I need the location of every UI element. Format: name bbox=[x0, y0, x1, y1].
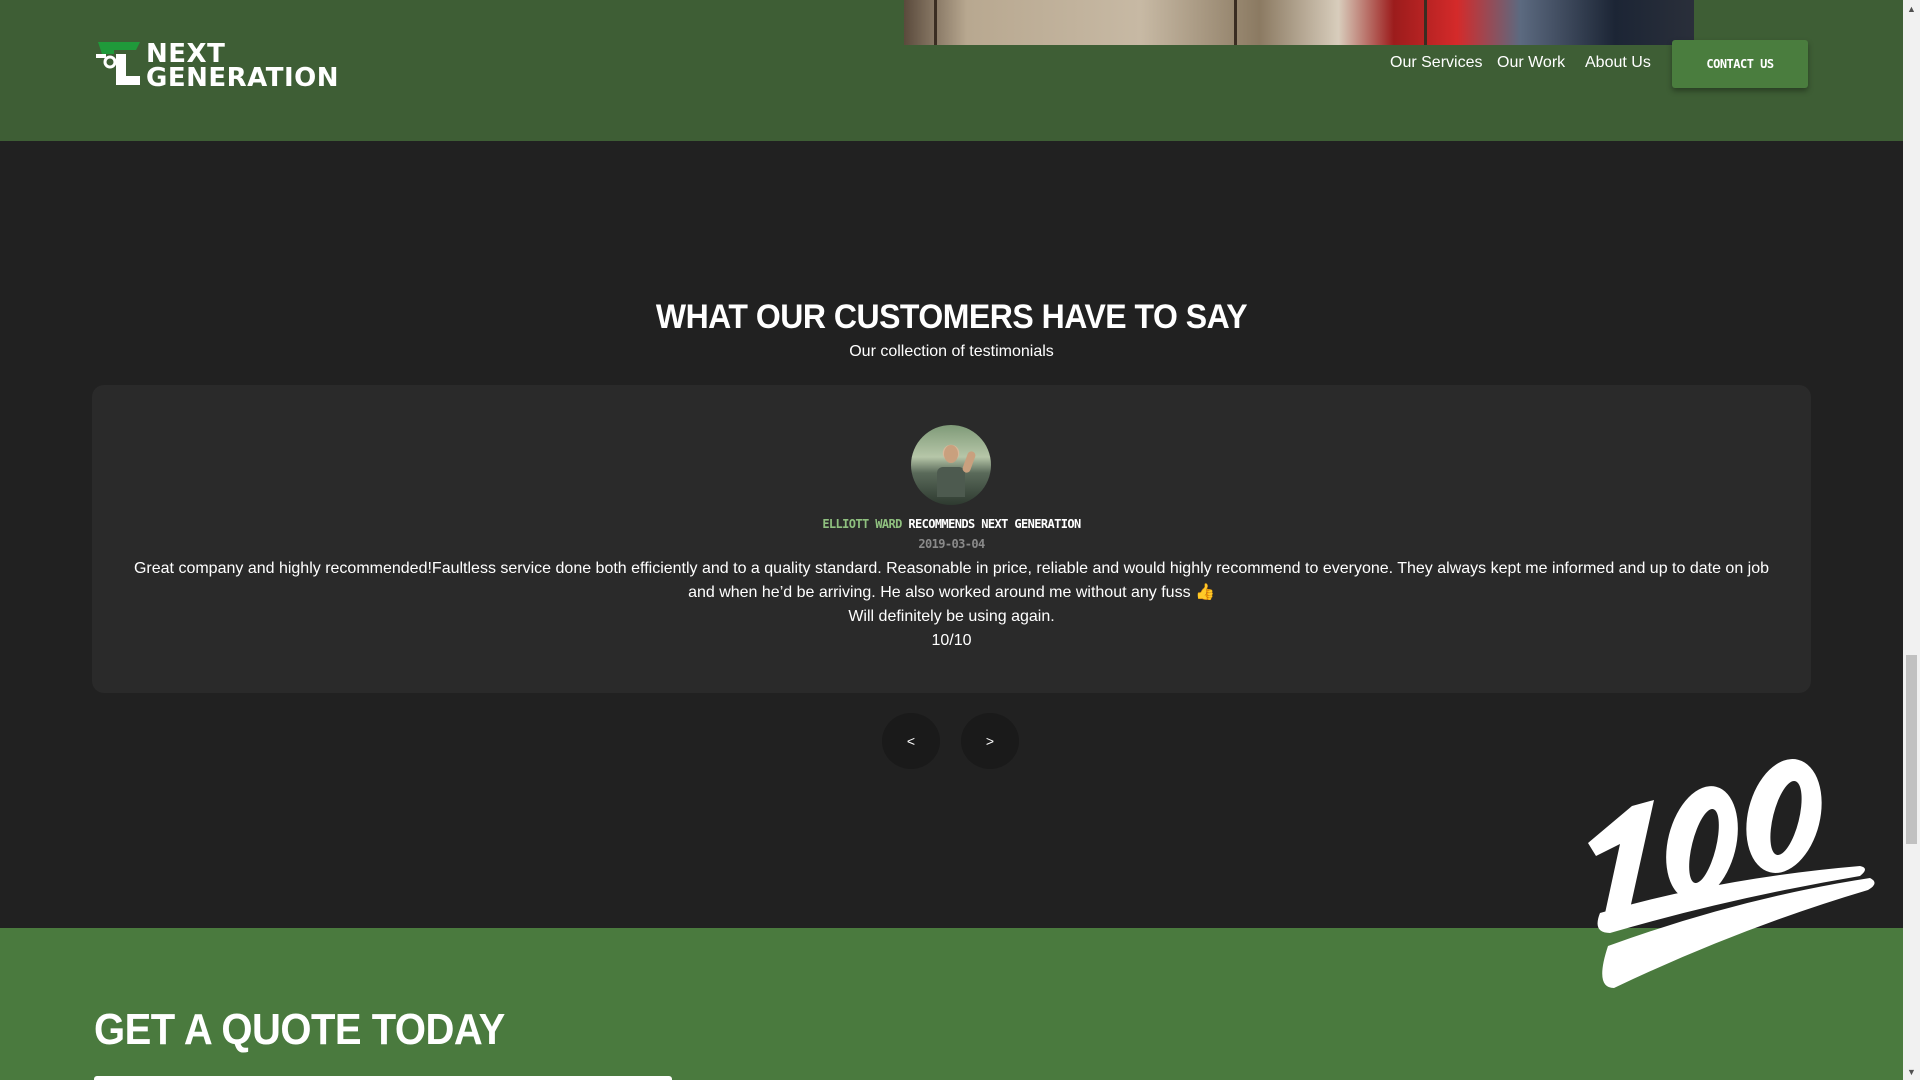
hundred-points-icon bbox=[1588, 759, 1875, 988]
next-testimonial-button[interactable]: > bbox=[961, 713, 1019, 769]
page-scrollbar[interactable]: ▲ ▼ bbox=[1903, 0, 1920, 1080]
nav-link-about-us[interactable]: About Us bbox=[1585, 54, 1651, 72]
nav-link-our-work[interactable]: Our Work bbox=[1497, 54, 1565, 72]
review-paragraph-2: Will definitely be using again. bbox=[848, 608, 1055, 625]
brand-line-2: GENERATION bbox=[146, 63, 340, 93]
hero-image bbox=[904, 0, 1694, 45]
reviewer-name: Elliott Ward bbox=[822, 517, 902, 531]
quote-title: Get a quote today bbox=[94, 1006, 505, 1054]
brand-logo[interactable]: NEXT GENERATION bbox=[94, 40, 354, 93]
scroll-up-icon[interactable]: ▲ bbox=[1903, 0, 1920, 17]
scroll-thumb[interactable] bbox=[1906, 655, 1917, 844]
testimonials-subtitle: Our collection of testimonials bbox=[849, 343, 1054, 360]
recommends-text: recommends Next Generation bbox=[901, 517, 1081, 531]
logo-mark-icon bbox=[96, 42, 140, 85]
testimonials-title: What our customers have to say bbox=[655, 296, 1248, 336]
quote-form-field[interactable] bbox=[94, 1076, 672, 1080]
scroll-down-icon[interactable]: ▼ bbox=[1903, 1063, 1920, 1080]
prev-testimonial-button[interactable]: < bbox=[882, 713, 940, 769]
review-date: 2019-03-04 bbox=[918, 537, 985, 551]
contact-us-button[interactable]: Contact Us bbox=[1672, 40, 1808, 88]
nav-link-our-services[interactable]: Our Services bbox=[1390, 54, 1482, 72]
site-header: NEXT GENERATION Our Services Our Work Ab… bbox=[0, 0, 1903, 141]
review-paragraph-1: Great company and highly recommended!Fau… bbox=[133, 560, 1770, 601]
reviewer-avatar bbox=[911, 425, 991, 505]
reviewer-line: Elliott Ward recommends Next Generation bbox=[0, 517, 1903, 531]
brand-wordmark: NEXT GENERATION bbox=[146, 41, 340, 93]
review-paragraph-3: 10/10 bbox=[931, 632, 972, 649]
review-text: Great company and highly recommended!Fau… bbox=[130, 557, 1773, 653]
